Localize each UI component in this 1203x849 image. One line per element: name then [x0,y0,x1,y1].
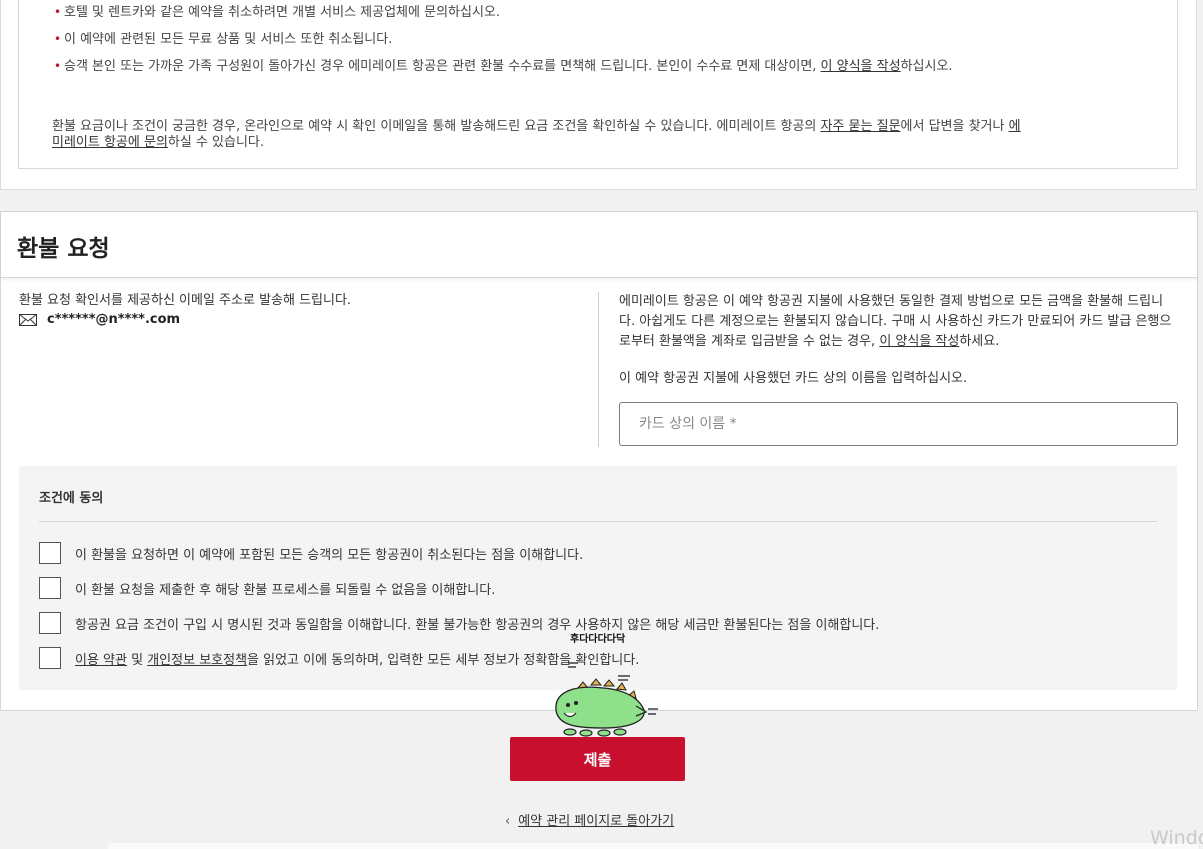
checkbox-label: 이 환불을 요청하면 이 예약에 포함된 모든 승객의 모든 항공권이 취소된다… [75,547,584,563]
info-bullet: • 호텔 및 렌트카와 같은 예약을 취소하려면 개별 서비스 제공업체에 문의… [54,0,1044,26]
checkbox-label: 이 환불 요청을 제출한 후 해당 환불 프로세스를 되돌릴 수 없음을 이해합… [75,582,496,598]
info-bullet-list: • 호텔 및 렌트카와 같은 예약을 취소하려면 개별 서비스 제공업체에 문의… [54,0,1044,80]
card-name-prompt: 이 예약 항공권 지불에 사용했던 카드 상의 이름을 입력하십시오. [619,371,968,386]
label-connector: 및 [126,652,148,668]
payment-info-text: 에미레이트 항공은 이 예약 항공권 지불에 사용했던 동일한 결제 방법으로 … [619,292,1179,352]
checkbox-label: 항공권 요금 조건이 구입 시 명시된 것과 동일함을 이해합니다. 환불 불가… [75,617,880,633]
info-bullet-text: 호텔 및 렌트카와 같은 예약을 취소하려면 개별 서비스 제공업체에 문의하십… [64,5,501,20]
terms-row: 항공권 요금 조건이 구입 시 명시된 것과 동일함을 이해합니다. 환불 불가… [39,612,879,634]
mail-icon [19,313,37,326]
dinosaur-icon [555,662,658,737]
bullet-dot-icon: • [54,5,62,19]
refund-info-section: • 호텔 및 렌트카와 같은 예약을 취소하려면 개별 서비스 제공업체에 문의… [0,0,1197,190]
privacy-policy-link[interactable]: 개인정보 보호정책 [147,653,247,668]
email-row: c******@n****.com [19,312,589,327]
confirmation-column: 환불 요청 확인서를 제공하신 이메일 주소로 발송해 드립니다. c*****… [19,292,589,327]
card-name-input[interactable] [619,402,1178,446]
faq-link[interactable]: 자주 묻는 질문 [821,119,901,134]
chevron-left-icon: ‹ [505,814,511,829]
masked-email: c******@n****.com [47,312,181,327]
refund-request-header: 환불 요청 [1,212,1197,278]
refund-note-text: 하실 수 있습니다. [167,135,265,150]
irreversible-checkbox[interactable] [39,577,61,599]
bottom-strip [108,843,1198,849]
cancel-all-tickets-checkbox[interactable] [39,542,61,564]
bullet-dot-icon: • [54,59,62,73]
terms-row: 이 환불 요청을 제출한 후 해당 환불 프로세스를 되돌릴 수 없음을 이해합… [39,577,495,599]
column-divider [598,292,599,447]
back-link[interactable]: 예약 관리 페이지로 돌아가기 [518,814,674,829]
submit-button[interactable]: 제출 [510,737,685,781]
bullet-dot-icon: • [54,32,62,46]
terms-divider [39,521,1157,522]
accept-terms-checkbox[interactable] [39,647,61,669]
confirmation-message: 환불 요청 확인서를 제공하신 이메일 주소로 발송해 드립니다. [19,293,352,308]
refund-note: 환불 요금이나 조건이 궁금한 경우, 온라인으로 예약 시 확인 이메일을 통… [52,119,1027,151]
terms-of-use-link[interactable]: 이용 약관 [75,653,127,668]
payment-column: 에미레이트 항공은 이 예약 항공권 지불에 사용했던 동일한 결제 방법으로 … [619,292,1179,446]
info-bullet: • 승객 본인 또는 가까운 가족 구성원이 돌아가신 경우 에미레이트 항공은… [54,53,1044,80]
waiver-form-link[interactable]: 이 양식을 작성 [821,59,901,74]
info-bullet-text-end: 하십시오. [900,59,953,74]
back-to-manage-booking[interactable]: ‹ 예약 관리 페이지로 돌아가기 [505,810,674,829]
refund-info-card: • 호텔 및 렌트카와 같은 예약을 취소하려면 개별 서비스 제공업체에 문의… [18,0,1178,169]
info-bullet-text: 승객 본인 또는 가까운 가족 구성원이 돌아가신 경우 에미레이트 항공은 관… [64,59,821,74]
fare-conditions-checkbox[interactable] [39,612,61,634]
page-title: 환불 요청 [17,236,110,262]
terms-row: 이 환불을 요청하면 이 예약에 포함된 모든 승객의 모든 항공권이 취소된다… [39,542,583,564]
dinosaur-sticker: 후다다다다닥 [548,630,668,740]
bank-refund-form-link[interactable]: 이 양식을 작성 [879,334,959,349]
payment-info-part: 하세요. [959,334,1000,349]
info-bullet: • 이 예약에 관련된 모든 무료 상품 및 서비스 또한 취소됩니다. [54,26,1044,53]
info-bullet-text: 이 예약에 관련된 모든 무료 상품 및 서비스 또한 취소됩니다. [64,32,393,47]
terms-title: 조건에 동의 [39,491,104,506]
refund-note-text: 에서 답변을 찾거나 [900,119,1009,134]
windows-watermark: Windo [1150,827,1203,849]
refund-note-text: 환불 요금이나 조건이 궁금한 경우, 온라인으로 예약 시 확인 이메일을 통… [52,119,821,134]
